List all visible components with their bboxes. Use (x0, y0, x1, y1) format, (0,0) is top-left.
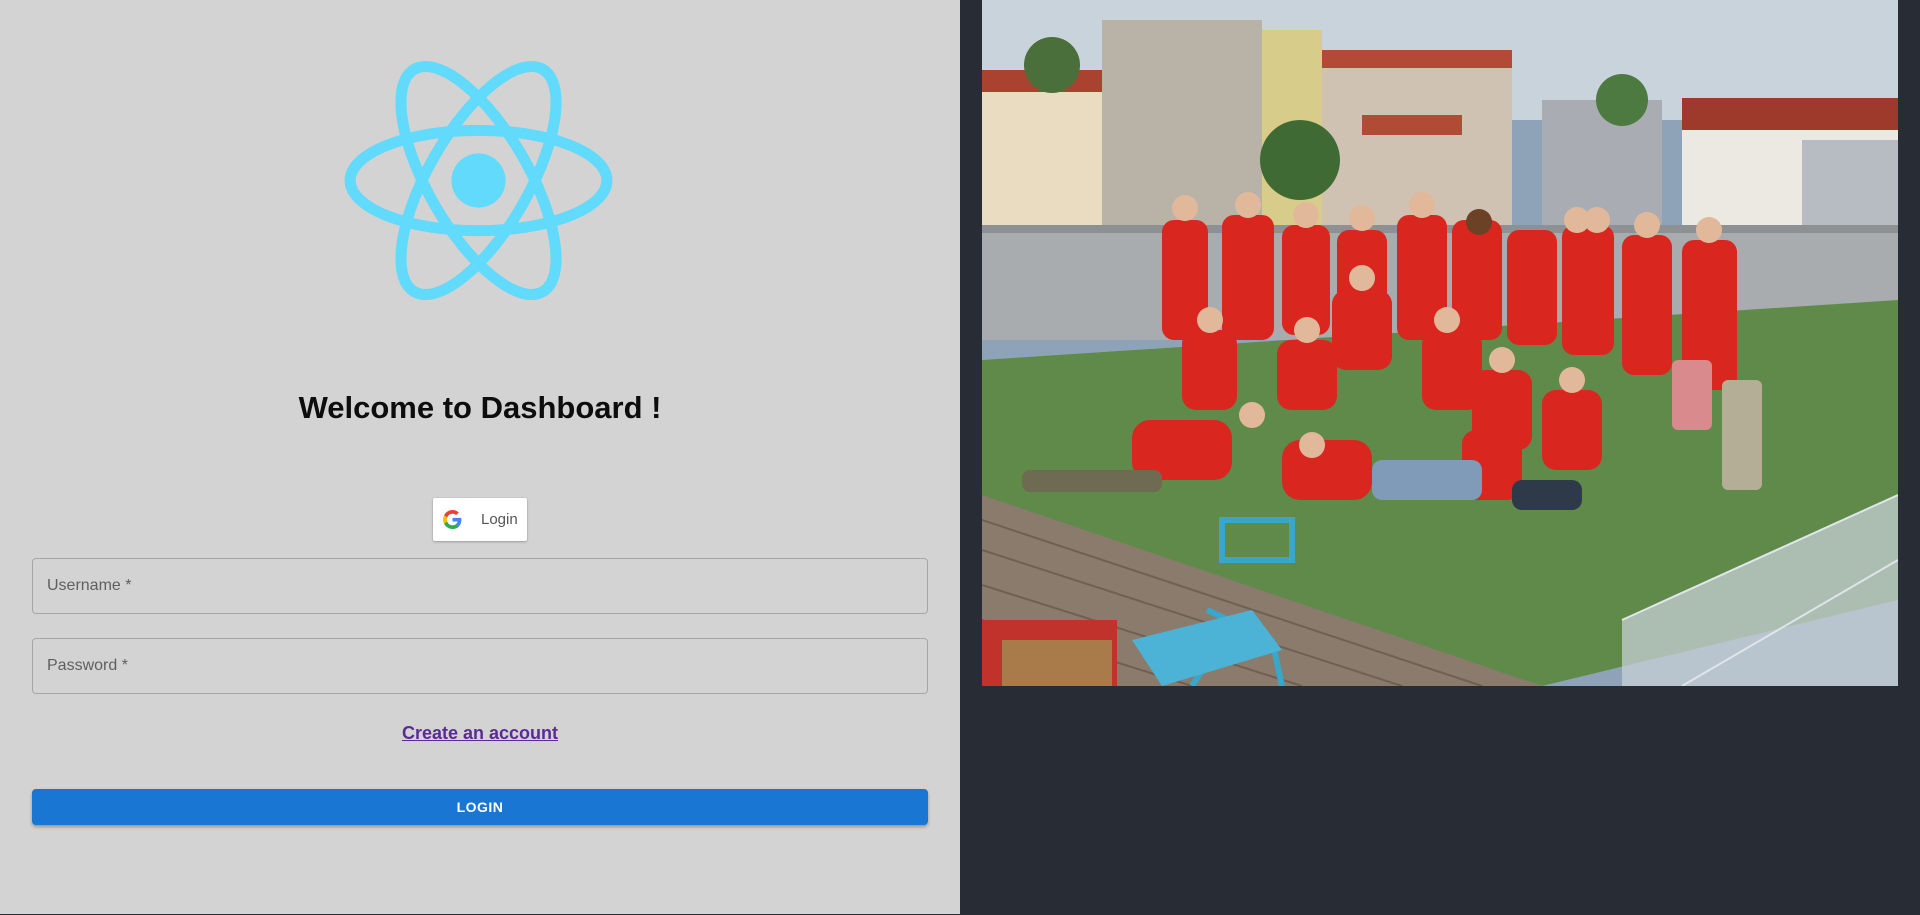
create-account-link[interactable]: Create an account (402, 723, 558, 743)
password-input[interactable] (33, 639, 927, 693)
username-field[interactable]: Username * (32, 558, 928, 614)
page-title: Welcome to Dashboard ! (298, 390, 662, 425)
password-field[interactable]: Password * (32, 638, 928, 694)
google-login-label: Login (481, 511, 518, 528)
username-input[interactable] (33, 559, 927, 613)
team-photo-illustration (982, 0, 1898, 686)
react-atom-icon (344, 60, 613, 301)
login-button[interactable]: LOGIN (32, 789, 928, 825)
create-account-row: Create an account (0, 723, 960, 744)
team-photo-image (982, 0, 1898, 686)
google-icon (443, 510, 462, 529)
login-panel: Welcome to Dashboard ! Login Username * … (0, 0, 960, 914)
google-login-button[interactable]: Login (433, 498, 527, 541)
